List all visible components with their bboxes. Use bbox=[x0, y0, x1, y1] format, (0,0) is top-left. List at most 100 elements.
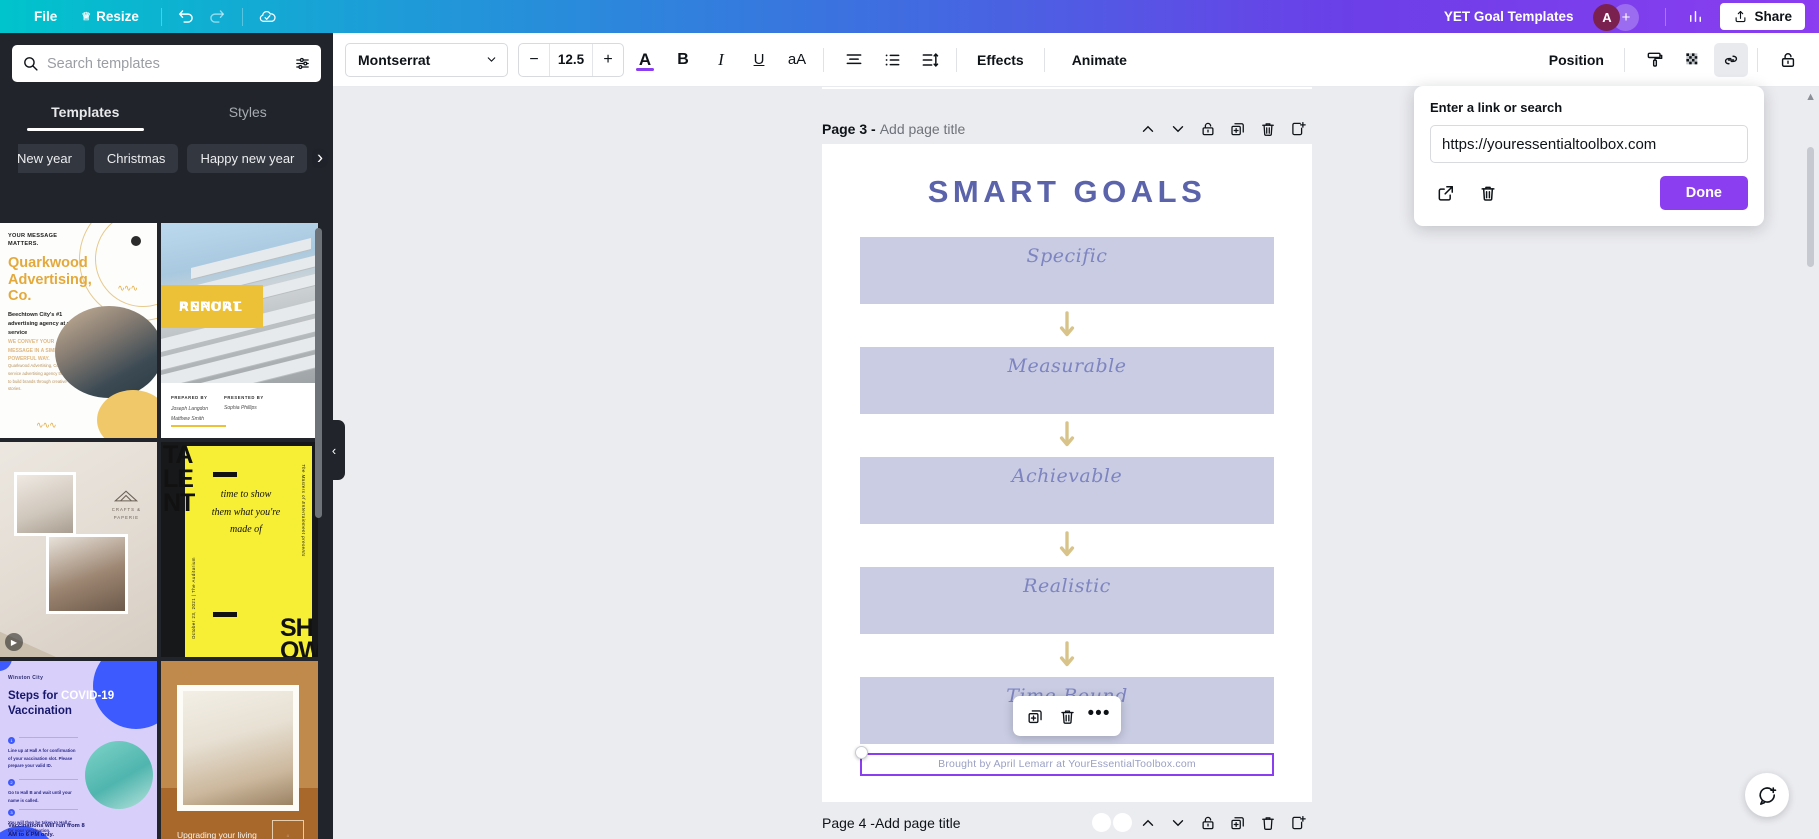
smart-box[interactable]: Measurable bbox=[860, 347, 1274, 414]
tab-templates[interactable]: Templates bbox=[4, 95, 167, 131]
link-done-button[interactable]: Done bbox=[1659, 176, 1748, 210]
animate-button[interactable]: Animate bbox=[1054, 44, 1138, 76]
remove-link-button[interactable] bbox=[1472, 177, 1504, 209]
chip-happy-new-year[interactable]: Happy new year bbox=[187, 144, 308, 173]
chips-next-button[interactable]: › bbox=[310, 148, 330, 169]
font-family-select[interactable]: Montserrat bbox=[345, 42, 508, 77]
add-page-button[interactable] bbox=[1284, 809, 1312, 837]
transparency-button[interactable] bbox=[1676, 43, 1710, 77]
smart-item-measurable[interactable]: Measurable bbox=[860, 347, 1274, 414]
sidebar-collapse-button[interactable]: ‹ bbox=[323, 420, 345, 480]
smart-box[interactable]: Specific bbox=[860, 237, 1274, 304]
text-align-button[interactable] bbox=[837, 43, 871, 77]
template-brand: Winston City bbox=[8, 675, 44, 681]
smart-label[interactable]: Specific bbox=[1027, 245, 1108, 304]
template-card-covid-vaccination[interactable]: Winston City Steps for COVID-19 Vaccinati… bbox=[0, 661, 157, 839]
page-3-sheet[interactable]: SMART GOALS Specific Measurable Achievab… bbox=[822, 144, 1312, 802]
template-card-living-space[interactable]: Upgrading your living space? ⌂ bbox=[161, 661, 318, 839]
share-upload-icon bbox=[1736, 10, 1746, 23]
smart-label[interactable]: Realistic bbox=[1023, 575, 1111, 634]
page-2-sheet[interactable]: Brought by April Lemarr at YourEssential… bbox=[822, 87, 1312, 89]
underline-icon: U bbox=[753, 51, 765, 68]
search-input[interactable] bbox=[47, 55, 286, 72]
template-card-crafts-paperie[interactable]: CRAFTS & PAPERIE ▶ bbox=[0, 442, 157, 657]
decor-wave: ∿∿∿ bbox=[117, 283, 138, 293]
collapse-up-button[interactable] bbox=[1134, 115, 1162, 143]
smart-item-specific[interactable]: Specific bbox=[860, 237, 1274, 304]
file-menu-button[interactable]: File bbox=[22, 4, 69, 29]
cloud-saved-button[interactable] bbox=[253, 2, 283, 32]
expand-down-button[interactable] bbox=[1164, 809, 1192, 837]
lock-button[interactable] bbox=[1771, 43, 1805, 77]
share-button[interactable]: Share bbox=[1720, 3, 1805, 30]
tab-styles[interactable]: Styles bbox=[167, 95, 330, 131]
redo-button[interactable] bbox=[202, 2, 232, 32]
lock-icon bbox=[1202, 816, 1214, 829]
more-options-button[interactable]: ••• bbox=[1084, 701, 1114, 731]
lock-page-button[interactable] bbox=[1194, 809, 1222, 837]
font-size-increase-button[interactable]: + bbox=[593, 44, 623, 76]
smart-label[interactable]: Achievable bbox=[1012, 465, 1122, 524]
font-size-decrease-button[interactable]: − bbox=[519, 44, 549, 76]
smart-box[interactable]: Realistic bbox=[860, 567, 1274, 634]
down-arrow-icon bbox=[1059, 311, 1075, 337]
duplicate-element-button[interactable] bbox=[1020, 701, 1050, 731]
insights-button[interactable] bbox=[1680, 2, 1710, 32]
selected-footer-element[interactable]: Brought by April Lemarr at YourEssential… bbox=[855, 746, 1274, 776]
collapse-up-icon bbox=[1142, 819, 1154, 826]
link-url-input[interactable] bbox=[1430, 125, 1748, 163]
page-4-title-input[interactable]: Add page title bbox=[875, 815, 961, 831]
arrow-2 bbox=[822, 414, 1312, 457]
delete-element-button[interactable] bbox=[1052, 701, 1082, 731]
avatar[interactable]: A bbox=[1593, 3, 1621, 31]
bold-button[interactable]: B bbox=[666, 43, 700, 77]
font-size-input[interactable] bbox=[549, 43, 593, 76]
open-link-button[interactable] bbox=[1430, 177, 1462, 209]
line-spacing-button[interactable] bbox=[913, 43, 947, 77]
play-icon[interactable]: ▶ bbox=[5, 633, 23, 651]
expand-down-button[interactable] bbox=[1164, 115, 1192, 143]
smart-box[interactable]: Achievable bbox=[860, 457, 1274, 524]
chip-christmas[interactable]: Christmas bbox=[93, 144, 179, 173]
document-title[interactable]: YET Goal Templates bbox=[1434, 4, 1584, 29]
avatar-placeholder bbox=[1113, 813, 1132, 832]
undo-button[interactable] bbox=[172, 2, 202, 32]
delete-page-button[interactable] bbox=[1254, 809, 1282, 837]
page-3-title-input[interactable]: Add page title bbox=[880, 121, 966, 137]
template-card-talent-show[interactable]: TA LE NT time to show them what you're mad… bbox=[161, 442, 318, 657]
bullet-list-button[interactable] bbox=[875, 43, 909, 77]
resize-button[interactable]: ♕ Resize bbox=[69, 4, 151, 29]
top-bar-right: YET Goal Templates A + Share bbox=[1434, 2, 1819, 32]
design-footer-text[interactable]: Brought by April Lemarr at YourEssential… bbox=[862, 758, 1272, 770]
lock-page-button[interactable] bbox=[1194, 115, 1222, 143]
duplicate-page-button[interactable] bbox=[1224, 115, 1252, 143]
link-button[interactable] bbox=[1714, 42, 1748, 77]
position-button[interactable]: Position bbox=[1538, 44, 1615, 76]
template-card-annual-report[interactable]: ANNUAL REPORT PREPARED BY PRESENTED BY J… bbox=[161, 223, 318, 438]
sidebar-scrollbar[interactable] bbox=[315, 228, 322, 518]
italic-button[interactable]: I bbox=[704, 43, 738, 77]
template-card-quarkwood[interactable]: ∿∿∿ YOUR MESSAGE MATTERS. Quarkwood Adve… bbox=[0, 223, 157, 438]
scroll-up-indicator[interactable]: ▲ bbox=[1805, 91, 1816, 103]
effects-button[interactable]: Effects bbox=[966, 44, 1035, 76]
collapse-up-button[interactable] bbox=[1134, 809, 1162, 837]
delete-page-button[interactable] bbox=[1254, 115, 1282, 143]
canvas-scrollbar[interactable] bbox=[1807, 147, 1814, 267]
text-color-button[interactable]: A bbox=[628, 43, 662, 77]
search-box[interactable] bbox=[12, 45, 321, 82]
smart-label[interactable]: Measurable bbox=[1008, 355, 1127, 414]
selection-handle[interactable] bbox=[855, 746, 868, 759]
smart-item-realistic[interactable]: Realistic bbox=[860, 567, 1274, 634]
design-title[interactable]: SMART GOALS bbox=[822, 144, 1312, 210]
smart-item-achievable[interactable]: Achievable bbox=[860, 457, 1274, 524]
smart-item-time-bound[interactable]: Time-Bound bbox=[860, 677, 1274, 744]
letter-case-button[interactable]: aA bbox=[780, 43, 814, 77]
template-grid: ∿∿∿ YOUR MESSAGE MATTERS. Quarkwood Adve… bbox=[0, 223, 322, 839]
underline-button[interactable]: U bbox=[742, 43, 776, 77]
duplicate-page-button[interactable] bbox=[1224, 809, 1252, 837]
prepared-by-label: PREPARED BY bbox=[171, 395, 208, 400]
add-page-button[interactable] bbox=[1284, 115, 1312, 143]
copy-style-button[interactable] bbox=[1638, 43, 1672, 77]
chip-new-year[interactable]: New year bbox=[18, 144, 85, 173]
help-button[interactable] bbox=[1745, 773, 1789, 817]
